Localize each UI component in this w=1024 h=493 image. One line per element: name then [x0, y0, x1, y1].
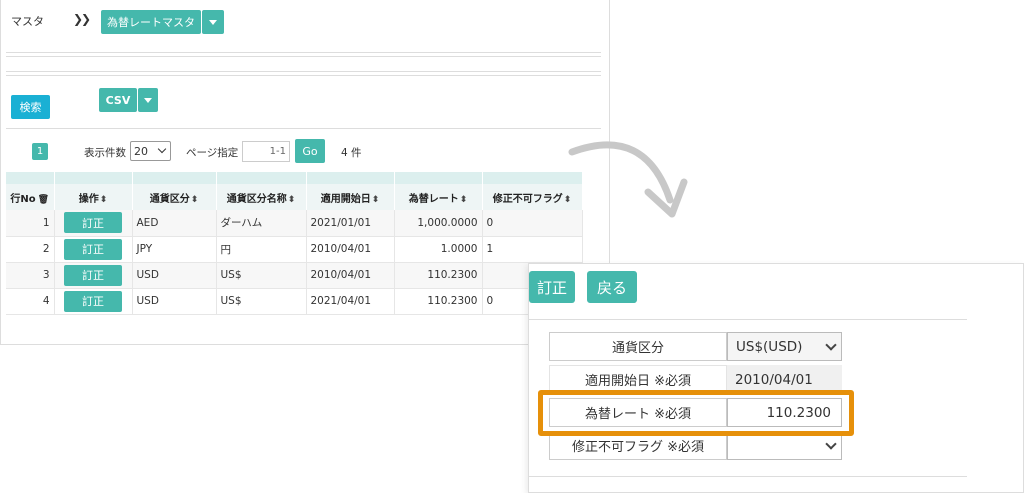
page-spec-label: ページ指定 — [186, 147, 239, 159]
column-header-rate[interactable]: 為替レート⬍ — [394, 184, 483, 210]
page-spec-input[interactable]: 1-1 — [242, 141, 290, 162]
edit-button[interactable]: 訂正 — [64, 290, 122, 312]
currency-cell: AED — [132, 210, 217, 237]
currency-name-cell: US$ — [216, 288, 307, 315]
edit-button[interactable]: 訂正 — [64, 212, 122, 234]
start-date-cell: 2010/04/01 — [306, 262, 395, 289]
lock-flag-cell: 1 — [482, 236, 583, 263]
divider — [6, 75, 601, 76]
sort-icon: ⬍ — [459, 194, 468, 205]
divider — [6, 71, 601, 72]
currency-name-cell: ダーハム — [216, 210, 307, 237]
divider — [6, 56, 601, 57]
chevron-down-icon — [157, 144, 167, 154]
column-header-currency-name[interactable]: 通貨区分名称⬍ — [216, 184, 307, 210]
page-number-button[interactable]: 1 — [32, 143, 48, 160]
table-row: 2 訂正 JPY 円 2010/04/01 1.0000 1 — [6, 236, 583, 263]
csv-dropdown-button[interactable] — [138, 88, 158, 112]
divider — [6, 52, 601, 53]
table-row: 1 訂正 AED ダーハム 2021/01/01 1,000.0000 0 — [6, 210, 583, 237]
sort-icon: ⬍ — [190, 194, 199, 205]
column-header-currency[interactable]: 通貨区分⬍ — [132, 184, 217, 210]
list-screen: マスタ ❯❯ 為替レートマスタ 検索 CSV 1 表示件数 20 ページ指定 1… — [0, 0, 610, 345]
back-button[interactable]: 戻る — [587, 271, 637, 303]
per-page-value: 20 — [134, 144, 148, 158]
currency-cell: JPY — [132, 236, 217, 263]
breadcrumb-separator-icon: ❯❯ — [73, 12, 91, 26]
form-row-start-date: 適用開始日 ※必須 2010/04/01 — [549, 365, 842, 394]
rate-table: 行No 🗑 操作⬍ 通貨区分⬍ 通貨区分名称⬍ 適用開始日⬍ 為替レート⬍ 修正不… — [6, 172, 583, 315]
record-count: 4 件 — [341, 147, 362, 159]
divider — [529, 476, 967, 477]
rate-label: 為替レート ※必須 — [549, 398, 727, 427]
currency-label: 通貨区分 — [549, 332, 727, 361]
start-date-cell: 2021/01/01 — [306, 210, 395, 237]
sort-icon: ⬍ — [99, 194, 108, 205]
rate-cell: 1,000.0000 — [394, 210, 483, 237]
rate-cell: 110.2300 — [394, 262, 483, 289]
action-cell: 訂正 — [54, 210, 133, 237]
rate-input[interactable]: 110.2300 — [727, 398, 842, 427]
row-no: 4 — [6, 288, 55, 315]
edit-button[interactable]: 訂正 — [64, 238, 122, 260]
sort-icon: ⬍ — [287, 194, 296, 205]
chevron-down-icon — [825, 339, 837, 351]
divider — [6, 128, 601, 129]
breadcrumb-current-button[interactable]: 為替レートマスタ — [101, 10, 201, 34]
csv-button[interactable]: CSV — [99, 88, 137, 112]
sort-icon: ⬍ — [371, 194, 380, 205]
per-page-label: 表示件数 — [84, 147, 126, 159]
row-no: 3 — [6, 262, 55, 289]
currency-name-cell: US$ — [216, 262, 307, 289]
divider — [529, 319, 967, 320]
per-page-select[interactable]: 20 — [130, 141, 171, 161]
column-header-row-no[interactable]: 行No 🗑 — [6, 184, 55, 210]
currency-name-cell: 円 — [216, 236, 307, 263]
breadcrumb-dropdown-button[interactable] — [202, 10, 224, 34]
chevron-down-icon — [825, 438, 837, 450]
table-row: 3 訂正 USD US$ 2010/04/01 110.2300 — [6, 262, 583, 289]
currency-cell: USD — [132, 262, 217, 289]
start-date-cell: 2021/04/01 — [306, 288, 395, 315]
action-cell: 訂正 — [54, 236, 133, 263]
trash-icon[interactable]: 🗑 — [38, 195, 49, 205]
currency-select-value: US$(USD) — [736, 338, 803, 355]
table-row: 4 訂正 USD US$ 2021/04/01 110.2300 0 — [6, 288, 583, 315]
edit-button[interactable]: 訂正 — [64, 264, 122, 286]
transition-arrow-icon — [568, 141, 688, 218]
start-date-value: 2010/04/01 — [727, 365, 842, 394]
table-header-spacer — [6, 172, 583, 184]
start-date-label: 適用開始日 ※必須 — [549, 365, 727, 394]
action-cell: 訂正 — [54, 288, 133, 315]
form-row-rate: 為替レート ※必須 110.2300 — [549, 398, 842, 427]
breadcrumb-root[interactable]: マスタ — [11, 13, 44, 29]
form-row-lock-flag: 修正不可フラグ ※必須 — [549, 431, 842, 461]
rate-cell: 110.2300 — [394, 288, 483, 315]
start-date-cell: 2010/04/01 — [306, 236, 395, 263]
currency-cell: USD — [132, 288, 217, 315]
caret-down-icon — [209, 19, 217, 25]
lock-flag-select[interactable] — [727, 431, 842, 460]
column-header-start-date[interactable]: 適用開始日⬍ — [306, 184, 395, 210]
action-cell: 訂正 — [54, 262, 133, 289]
edit-submit-button[interactable]: 訂正 — [529, 271, 575, 303]
form-row-currency: 通貨区分 US$(USD) — [549, 332, 842, 361]
caret-down-icon — [144, 97, 152, 103]
rate-cell: 1.0000 — [394, 236, 483, 263]
lock-flag-label: 修正不可フラグ ※必須 — [549, 431, 727, 460]
go-button[interactable]: Go — [295, 139, 325, 163]
table-header-row: 行No 🗑 操作⬍ 通貨区分⬍ 通貨区分名称⬍ 適用開始日⬍ 為替レート⬍ 修正不… — [6, 184, 583, 210]
detail-screen: 訂正 戻る 通貨区分 US$(USD) 適用開始日 ※必須 2010/04/01… — [528, 263, 1024, 493]
currency-select[interactable]: US$(USD) — [727, 332, 842, 361]
search-button[interactable]: 検索 — [11, 95, 50, 119]
column-header-action[interactable]: 操作⬍ — [54, 184, 133, 210]
row-no: 2 — [6, 236, 55, 263]
row-no: 1 — [6, 210, 55, 237]
